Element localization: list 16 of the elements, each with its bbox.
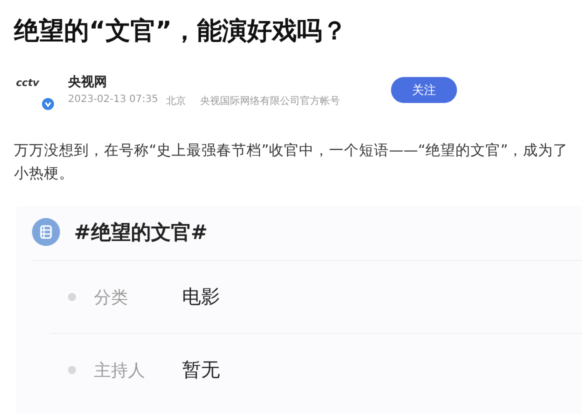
- location: 北京: [166, 94, 186, 108]
- field-value: 电影: [182, 285, 220, 310]
- channel-logo: cctv: [16, 77, 40, 89]
- bullet-icon: [68, 366, 76, 374]
- field-label: 主持人: [94, 360, 146, 382]
- author-name[interactable]: 央视网: [68, 72, 383, 90]
- publish-time: 2023-02-13 07:35: [68, 94, 158, 106]
- field-value: 暂无: [182, 358, 220, 383]
- article-paragraph: 万万没想到，在号称“史上最强春节档”收官中，一个短语——“绝望的文官”，成为了小热梗。: [14, 142, 570, 184]
- bullet-icon: [68, 293, 76, 301]
- topic-title[interactable]: #绝望的文官#: [74, 218, 208, 246]
- account-description: 央视国际网络有限公司官方帐号: [200, 94, 340, 108]
- follow-button[interactable]: 关注: [391, 77, 457, 103]
- field-label: 分类: [94, 286, 129, 308]
- list-icon: [32, 218, 60, 246]
- article-title: 绝望的“文官”，能演好戏吗？: [12, 15, 348, 47]
